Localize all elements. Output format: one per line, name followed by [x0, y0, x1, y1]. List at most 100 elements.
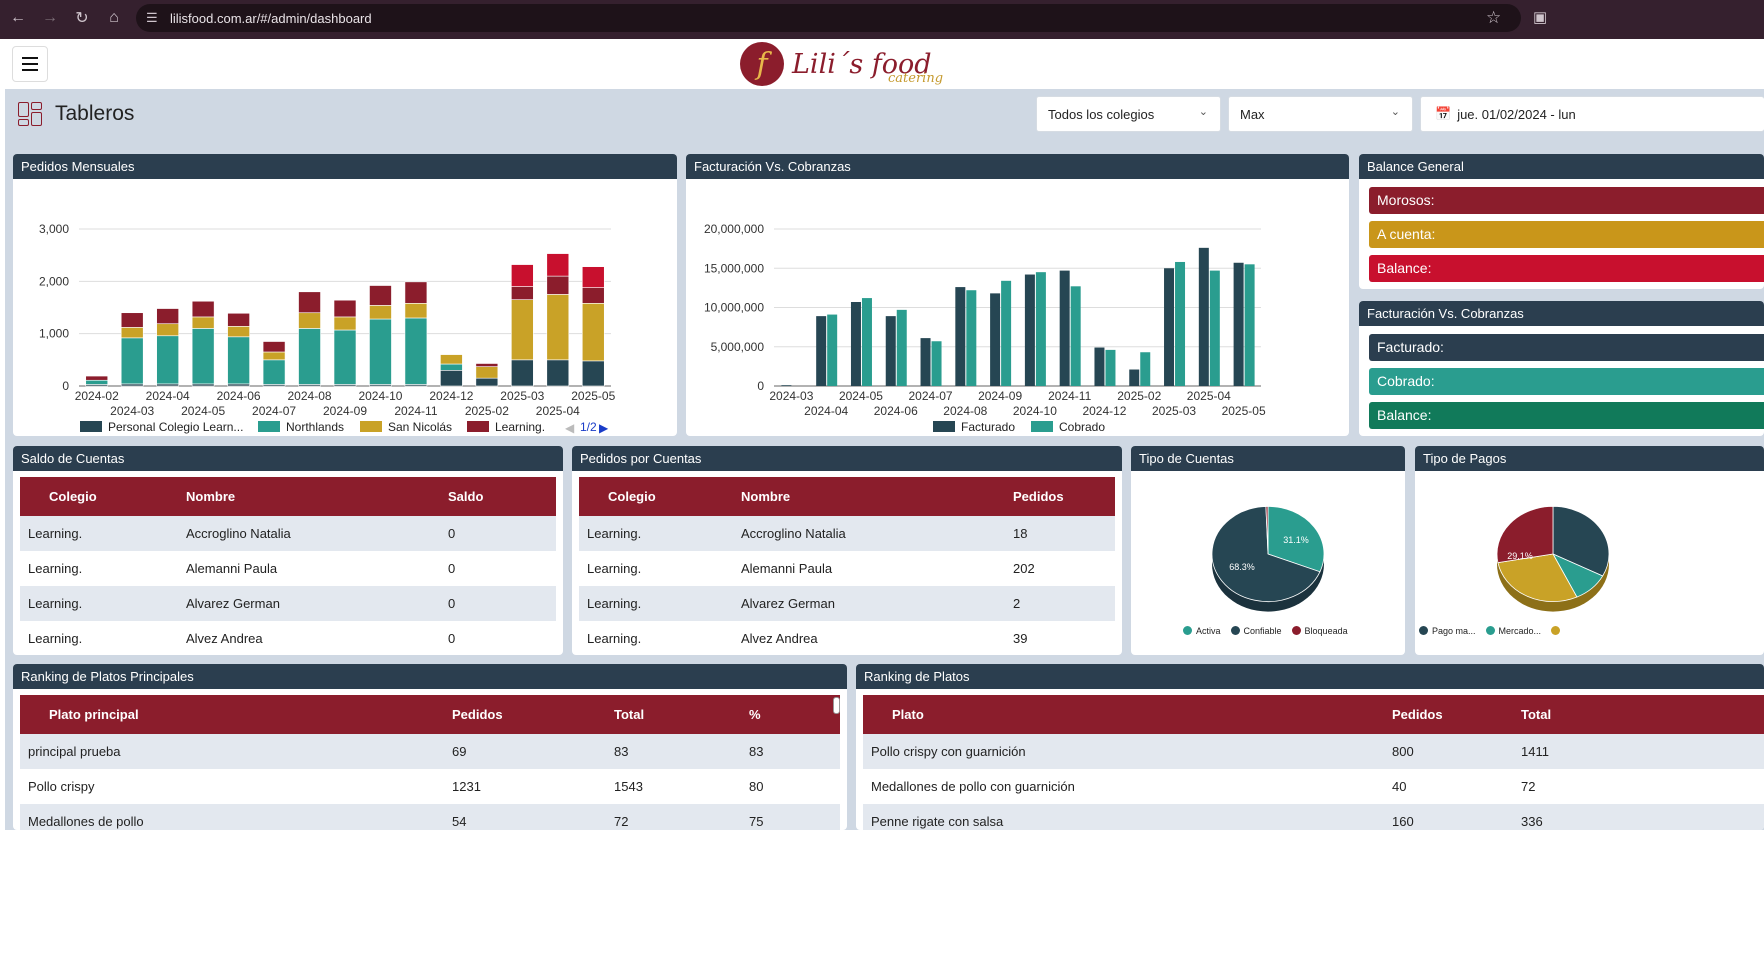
reload-icon[interactable]: ↻ — [67, 0, 97, 36]
col-nombre[interactable]: Nombre — [740, 477, 1012, 516]
x-tick-label: 2024-08 — [943, 404, 987, 418]
facturacion-balance-row: Balance: — [1369, 402, 1764, 429]
date-range-picker[interactable]: 📅 jue. 01/02/2024 - lun — [1420, 96, 1764, 132]
pie-label: 29.1% — [1507, 551, 1533, 561]
bar — [861, 298, 872, 386]
legend-label: Activa — [1196, 626, 1221, 636]
col-plato[interactable]: Plato — [863, 695, 1391, 734]
bar-segment — [333, 316, 357, 331]
legend-item[interactable]: Bloqueada — [1291, 626, 1348, 636]
legend-label: Bloqueada — [1304, 626, 1348, 636]
col-plato-principal[interactable]: Plato principal — [20, 695, 451, 734]
bar — [990, 293, 1001, 386]
table-row[interactable]: Learning. Alvarez German 2 — [579, 586, 1115, 621]
cell-nombre: Accroglino Natalia — [185, 516, 447, 551]
bar-segment — [581, 266, 605, 288]
table-scrollbar[interactable] — [833, 697, 840, 714]
table-row[interactable]: Learning. Alemanni Paula 0 — [20, 551, 556, 586]
bar-segment — [191, 300, 215, 318]
brand-logo[interactable]: f Lili´s food catering — [740, 41, 943, 87]
back-icon[interactable]: ← — [3, 0, 33, 36]
bar — [1209, 270, 1220, 386]
bar-segment — [581, 287, 605, 304]
tipo-pagos-pie: 29.1% — [1496, 505, 1610, 612]
cell-total: 72 — [613, 804, 748, 830]
cell-total: 1543 — [613, 769, 748, 804]
facturacion-chart: 0 5,000,000 10,000,000 15,000,000 20,000,000… — [704, 222, 1266, 434]
extensions-icon[interactable]: ▣ — [1533, 8, 1547, 26]
balance-total: Balance: — [1369, 255, 1764, 282]
col-total[interactable]: Total — [613, 695, 748, 734]
legend-item[interactable]: Mercado... — [1485, 626, 1542, 636]
home-icon[interactable]: ⌂ — [99, 0, 129, 36]
cell-saldo: 0 — [447, 551, 556, 586]
address-bar[interactable]: ☰ lilisfood.com.ar/#/admin/dashboard — [136, 4, 1521, 32]
hamburger-menu-button[interactable] — [12, 46, 48, 82]
bar — [781, 385, 792, 386]
bar — [850, 302, 861, 386]
table-row[interactable]: Learning. Alemanni Paula 202 — [579, 551, 1115, 586]
table-row[interactable]: Learning. Alvarez German 0 — [20, 586, 556, 621]
x-tick-label: 2024-03 — [769, 389, 813, 403]
y-tick-label: 0 — [62, 379, 69, 393]
bar — [1070, 286, 1081, 386]
balance-general-card: Balance General Morosos: A cuenta: Balan… — [1359, 154, 1764, 289]
legend-item[interactable] — [1551, 626, 1564, 636]
star-icon[interactable]: ☆ — [1486, 8, 1501, 28]
col-colegio[interactable]: Colegio — [20, 477, 185, 516]
cell-pedidos: 800 — [1391, 734, 1520, 769]
tipo-cuentas-card: Tipo de Cuentas 31.1% 68.3% Activa Confia… — [1131, 446, 1405, 655]
col-nombre[interactable]: Nombre — [185, 477, 447, 516]
table-row[interactable]: Penne rigate con salsa 160 336 — [863, 804, 1764, 830]
colegio-select[interactable]: Todos los colegios ⌄ — [1036, 96, 1221, 132]
bar-segment — [369, 318, 392, 385]
bar-segment — [156, 308, 179, 325]
legend-label: San Nicolás — [388, 420, 452, 434]
legend-swatch — [80, 421, 102, 432]
cell-colegio: Learning. — [20, 621, 185, 655]
cell-colegio: Learning. — [20, 551, 185, 586]
cell-pedidos: 40 — [1391, 769, 1520, 804]
col-pedidos[interactable]: Pedidos — [1012, 477, 1115, 516]
cell-nombre: Alvez Andrea — [740, 621, 1012, 655]
bar-segment — [369, 305, 392, 320]
cell-total: 83 — [613, 734, 748, 769]
cell-pedidos: 160 — [1391, 804, 1520, 830]
x-tick-label: 2025-04 — [1187, 389, 1231, 403]
table-row[interactable]: Learning. Accroglino Natalia 0 — [20, 516, 556, 551]
table-row[interactable]: Learning. Alvez Andrea 0 — [20, 621, 556, 655]
periodo-select[interactable]: Max ⌄ — [1228, 96, 1413, 132]
col-total[interactable]: Total — [1520, 695, 1764, 734]
forward-icon[interactable]: → — [35, 0, 65, 36]
table-row[interactable]: Learning. Accroglino Natalia 18 — [579, 516, 1115, 551]
legend-label: Mercado... — [1498, 626, 1542, 636]
legend-item[interactable]: Confiable — [1230, 626, 1282, 636]
legend-item[interactable]: Activa — [1183, 626, 1221, 636]
cell-pedidos: 39 — [1012, 621, 1115, 655]
cell-saldo: 0 — [447, 586, 556, 621]
table-row[interactable]: Pollo crispy con guarnición 800 1411 — [863, 734, 1764, 769]
table-row[interactable]: Medallones de pollo 54 72 75 — [20, 804, 840, 830]
col-porcentaje[interactable]: % — [748, 695, 840, 734]
table-row[interactable]: Pollo crispy 1231 1543 80 — [20, 769, 840, 804]
ranking-platos-table: Plato Pedidos Total Pollo crispy con gua… — [863, 695, 1764, 830]
col-saldo[interactable]: Saldo — [447, 477, 556, 516]
legend-label: Personal Colegio Learn... — [108, 420, 243, 434]
x-tick-label: 2024-08 — [288, 389, 332, 403]
legend-item[interactable]: Pago ma... — [1419, 626, 1476, 636]
legend-label: Facturado — [961, 420, 1015, 434]
card-title: Saldo de Cuentas — [13, 446, 563, 471]
card-title: Facturación Vs. Cobranzas — [1359, 301, 1764, 326]
site-info-icon[interactable]: ☰ — [146, 10, 160, 26]
bar-segment — [511, 299, 534, 361]
facturado-row: Facturado: — [1369, 334, 1764, 361]
col-pedidos[interactable]: Pedidos — [451, 695, 613, 734]
cell-pedidos: 2 — [1012, 586, 1115, 621]
card-title: Pedidos Mensuales — [13, 154, 677, 179]
table-row[interactable]: principal prueba 69 83 83 — [20, 734, 840, 769]
table-row[interactable]: Learning. Alvez Andrea 39 — [579, 621, 1115, 655]
col-colegio[interactable]: Colegio — [579, 477, 740, 516]
chevron-down-icon: ⌄ — [1390, 106, 1400, 118]
table-row[interactable]: Medallones de pollo con guarnición 40 72 — [863, 769, 1764, 804]
col-pedidos[interactable]: Pedidos — [1391, 695, 1520, 734]
